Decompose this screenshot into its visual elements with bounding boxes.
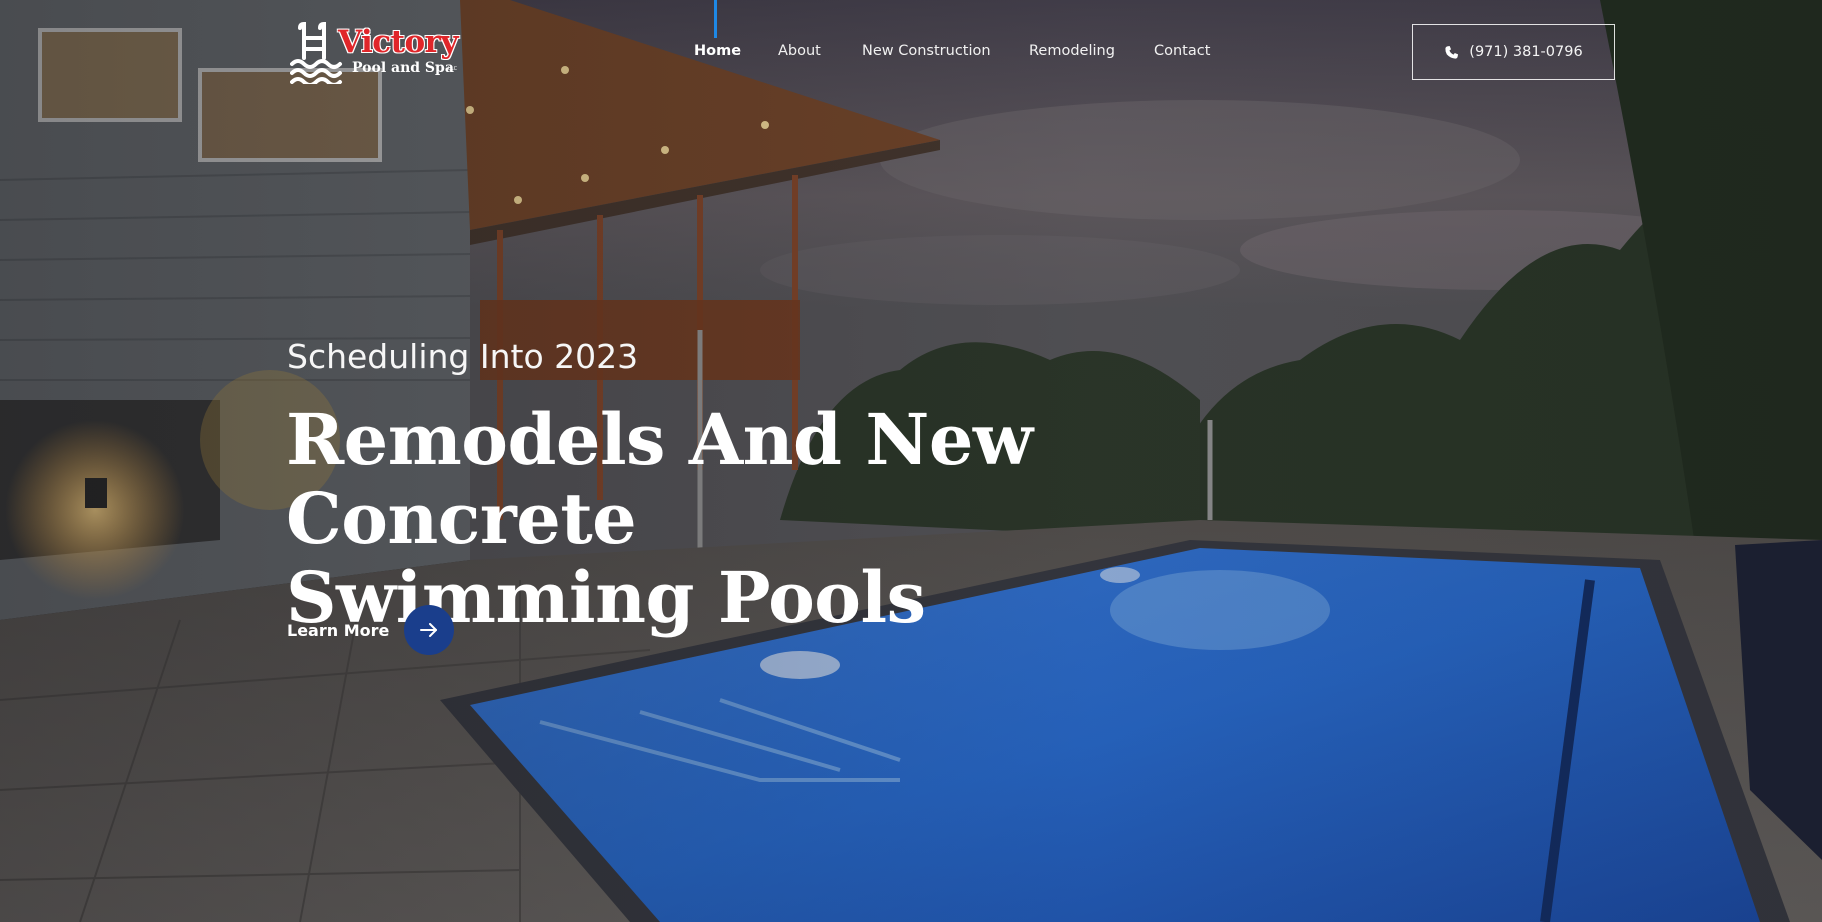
phone-number: (971) 381-0796 bbox=[1469, 44, 1583, 60]
nav-item-remodeling[interactable]: Remodeling bbox=[1029, 43, 1115, 59]
cta-circle[interactable] bbox=[404, 605, 455, 655]
nav-item-about[interactable]: About bbox=[778, 43, 821, 59]
brand-suffix: LLC bbox=[448, 66, 458, 72]
learn-more-label: Learn More bbox=[287, 620, 390, 640]
hero-eyebrow: Scheduling Into 2023 bbox=[287, 337, 639, 376]
learn-more-button[interactable]: Learn More bbox=[287, 604, 455, 656]
nav-item-new-construction[interactable]: New Construction bbox=[862, 43, 991, 59]
brand-name: Victory bbox=[338, 24, 459, 60]
hero-headline: Remodels And New Concrete Swimming Pools bbox=[286, 400, 1266, 637]
nav-active-indicator bbox=[714, 0, 717, 38]
nav-item-contact[interactable]: Contact bbox=[1154, 43, 1210, 59]
nav-item-home[interactable]: Home bbox=[694, 43, 741, 59]
hero-section: Victory Pool and Spa LLC Home About New … bbox=[0, 0, 1822, 922]
brand-logo[interactable]: Victory Pool and Spa LLC bbox=[290, 22, 466, 84]
hero-headline-line-1: Remodels And New Concrete bbox=[286, 398, 1033, 560]
arrow-right-icon bbox=[420, 623, 438, 637]
phone-button[interactable]: (971) 381-0796 bbox=[1412, 24, 1615, 80]
brand-subtitle: Pool and Spa bbox=[352, 60, 454, 76]
phone-icon bbox=[1445, 45, 1459, 59]
